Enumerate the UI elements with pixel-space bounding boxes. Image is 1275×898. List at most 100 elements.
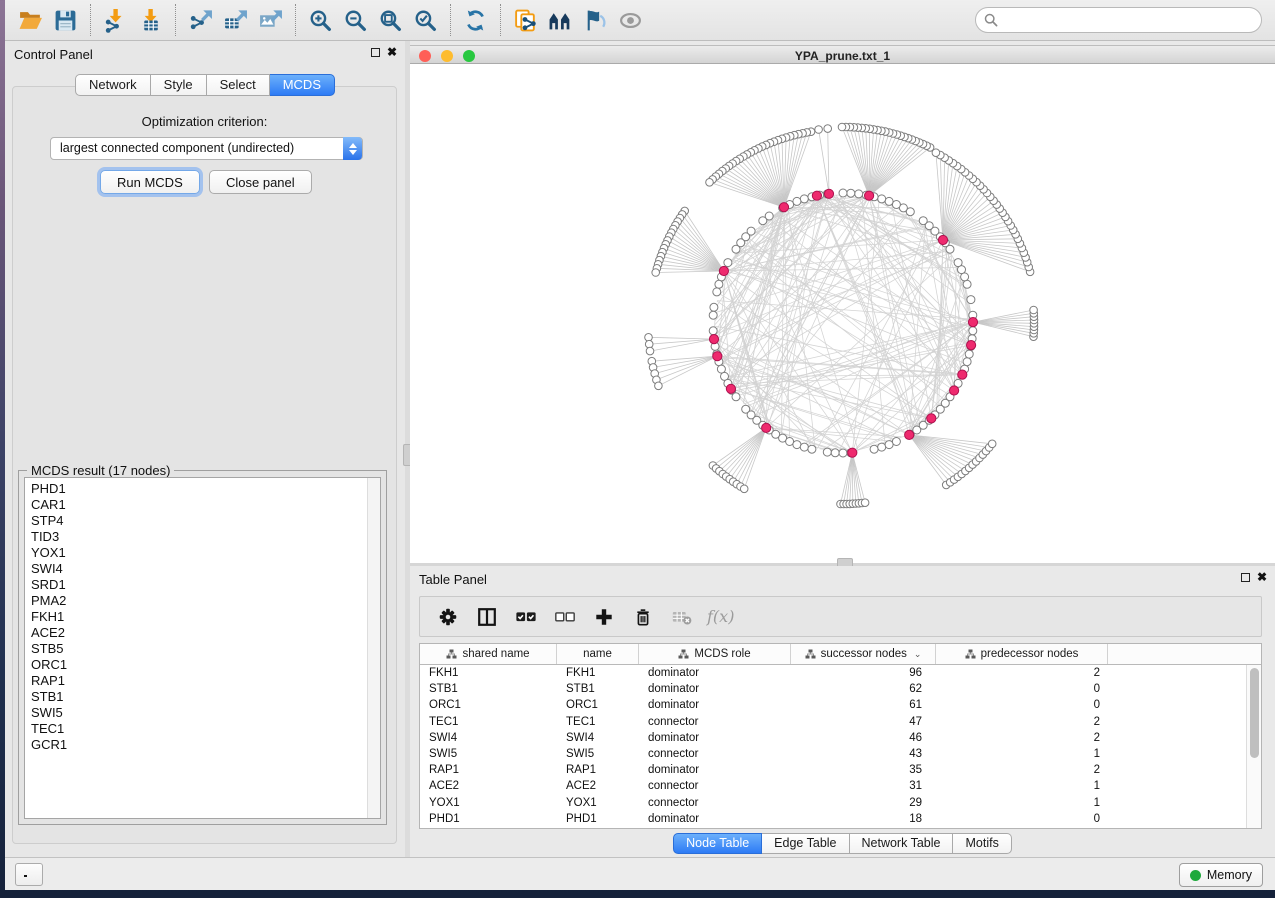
result-node[interactable]: SWI4: [31, 561, 380, 577]
add-column-button[interactable]: [590, 603, 618, 631]
table-row[interactable]: RAP1RAP1dominator352: [420, 762, 1246, 778]
import-table-button[interactable]: [135, 5, 166, 36]
result-node[interactable]: ORC1: [31, 657, 380, 673]
memory-button[interactable]: Memory: [1179, 863, 1263, 887]
zoom-in-button[interactable]: [305, 5, 336, 36]
cell-successor-nodes: 46: [791, 730, 936, 746]
network-canvas[interactable]: [410, 64, 1275, 563]
result-node[interactable]: PHD1: [31, 481, 380, 497]
export-network-button[interactable]: [185, 5, 216, 36]
result-node[interactable]: SWI5: [31, 705, 380, 721]
result-node[interactable]: YOX1: [31, 545, 380, 561]
table-row[interactable]: SWI5SWI5connector431: [420, 746, 1246, 762]
result-node[interactable]: TID3: [31, 529, 380, 545]
float-panel-icon[interactable]: [371, 48, 380, 57]
close-panel-icon[interactable]: ✖: [387, 47, 397, 57]
result-node[interactable]: CAR1: [31, 497, 380, 513]
hide-graphics-details-button[interactable]: [580, 5, 611, 36]
zoom-out-icon: [343, 8, 368, 33]
table-row[interactable]: ACE2ACE2connector311: [420, 778, 1246, 794]
result-node[interactable]: STP4: [31, 513, 380, 529]
table-row[interactable]: SWI4SWI4dominator462: [420, 730, 1246, 746]
close-table-panel-icon[interactable]: ✖: [1257, 572, 1267, 582]
table-row[interactable]: ORC1ORC1dominator610: [420, 697, 1246, 713]
cell-name: ACE2: [557, 778, 639, 794]
table-scrollbar[interactable]: [1246, 665, 1261, 828]
cell-predecessor-nodes: 0: [936, 811, 1108, 827]
cell-shared-name: ACE2: [420, 778, 557, 794]
table-row[interactable]: STB1STB1dominator620: [420, 681, 1246, 697]
column-header-MCDS-role[interactable]: MCDS role: [639, 644, 791, 664]
result-node[interactable]: PMA2: [31, 593, 380, 609]
clone-network-button[interactable]: [510, 5, 541, 36]
clone-network-icon: [513, 8, 538, 33]
task-history-button[interactable]: [15, 863, 43, 886]
table-row[interactable]: PHD1PHD1dominator180: [420, 811, 1246, 827]
run-mcds-button[interactable]: Run MCDS: [100, 170, 200, 194]
select-all-columns-button[interactable]: [512, 603, 540, 631]
cell-MCDS-role: dominator: [639, 762, 791, 778]
table-row[interactable]: TEC1TEC1connector472: [420, 714, 1246, 730]
cell-shared-name: FKH1: [420, 665, 557, 681]
toolbar-separator: [175, 4, 176, 36]
main-toolbar: [5, 0, 1275, 41]
column-header-successor-nodes[interactable]: successor nodes⌄: [791, 644, 936, 664]
split-view-button[interactable]: [473, 603, 501, 631]
tab-node-table[interactable]: Node Table: [673, 833, 762, 854]
tab-network-table[interactable]: Network Table: [850, 833, 954, 854]
tab-mcds[interactable]: MCDS: [270, 74, 335, 96]
zoom-in-icon: [308, 8, 333, 33]
result-node[interactable]: STB5: [31, 641, 380, 657]
export-image-button[interactable]: [255, 5, 286, 36]
import-network-button[interactable]: [100, 5, 131, 36]
tab-edge-table[interactable]: Edge Table: [762, 833, 849, 854]
zoom-out-button[interactable]: [340, 5, 371, 36]
control-panel: Control Panel ✖ NetworkStyleSelectMCDS O…: [5, 41, 405, 857]
network-window-titlebar[interactable]: YPA_prune.txt_1: [410, 45, 1275, 64]
criterion-dropdown[interactable]: largest connected component (undirected): [50, 137, 363, 160]
float-table-panel-icon[interactable]: [1241, 573, 1250, 582]
tab-select[interactable]: Select: [207, 74, 270, 96]
delete-column-button[interactable]: [629, 603, 657, 631]
column-header-shared-name[interactable]: shared name: [420, 644, 557, 664]
cell-name: YOX1: [557, 795, 639, 811]
result-node[interactable]: ACE2: [31, 625, 380, 641]
table-scrollbar-thumb[interactable]: [1250, 668, 1259, 758]
tab-style[interactable]: Style: [151, 74, 207, 96]
result-node[interactable]: STB1: [31, 689, 380, 705]
search-input[interactable]: [975, 7, 1262, 33]
result-node[interactable]: TEC1: [31, 721, 380, 737]
zoom-selected-button[interactable]: [410, 5, 441, 36]
first-neighbors-button[interactable]: [545, 5, 576, 36]
table-body: FKH1FKH1dominator962STB1STB1dominator620…: [420, 665, 1246, 828]
column-header-name[interactable]: name: [557, 644, 639, 664]
export-table-button[interactable]: [220, 5, 251, 36]
application-window: Control Panel ✖ NetworkStyleSelectMCDS O…: [5, 0, 1275, 890]
table-row[interactable]: FKH1FKH1dominator962: [420, 665, 1246, 681]
result-node[interactable]: RAP1: [31, 673, 380, 689]
show-graphics-details-button[interactable]: [615, 5, 646, 36]
deselect-all-columns-icon: [554, 606, 576, 628]
table-row[interactable]: YOX1YOX1connector291: [420, 795, 1246, 811]
cell-shared-name: TEC1: [420, 714, 557, 730]
result-node[interactable]: GCR1: [31, 737, 380, 753]
result-node[interactable]: FKH1: [31, 609, 380, 625]
tab-network[interactable]: Network: [75, 74, 151, 96]
refresh-button[interactable]: [460, 5, 491, 36]
column-label: successor nodes: [821, 648, 907, 660]
deselect-all-columns-button[interactable]: [551, 603, 579, 631]
result-node[interactable]: SRD1: [31, 577, 380, 593]
table-settings-button[interactable]: [434, 603, 462, 631]
open-file-icon: [18, 8, 43, 33]
memory-status-icon: [1190, 870, 1201, 881]
column-header-predecessor-nodes[interactable]: predecessor nodes: [936, 644, 1108, 664]
save-session-button[interactable]: [50, 5, 81, 36]
zoom-fit-button[interactable]: [375, 5, 406, 36]
export-image-icon: [258, 8, 283, 33]
table-panel-title: Table Panel: [419, 572, 487, 587]
network-view-window: YPA_prune.txt_1: [410, 41, 1275, 563]
result-list-scrollbar[interactable]: [367, 478, 380, 818]
open-file-button[interactable]: [15, 5, 46, 36]
tab-motifs[interactable]: Motifs: [953, 833, 1011, 854]
close-panel-button[interactable]: Close panel: [209, 170, 312, 194]
